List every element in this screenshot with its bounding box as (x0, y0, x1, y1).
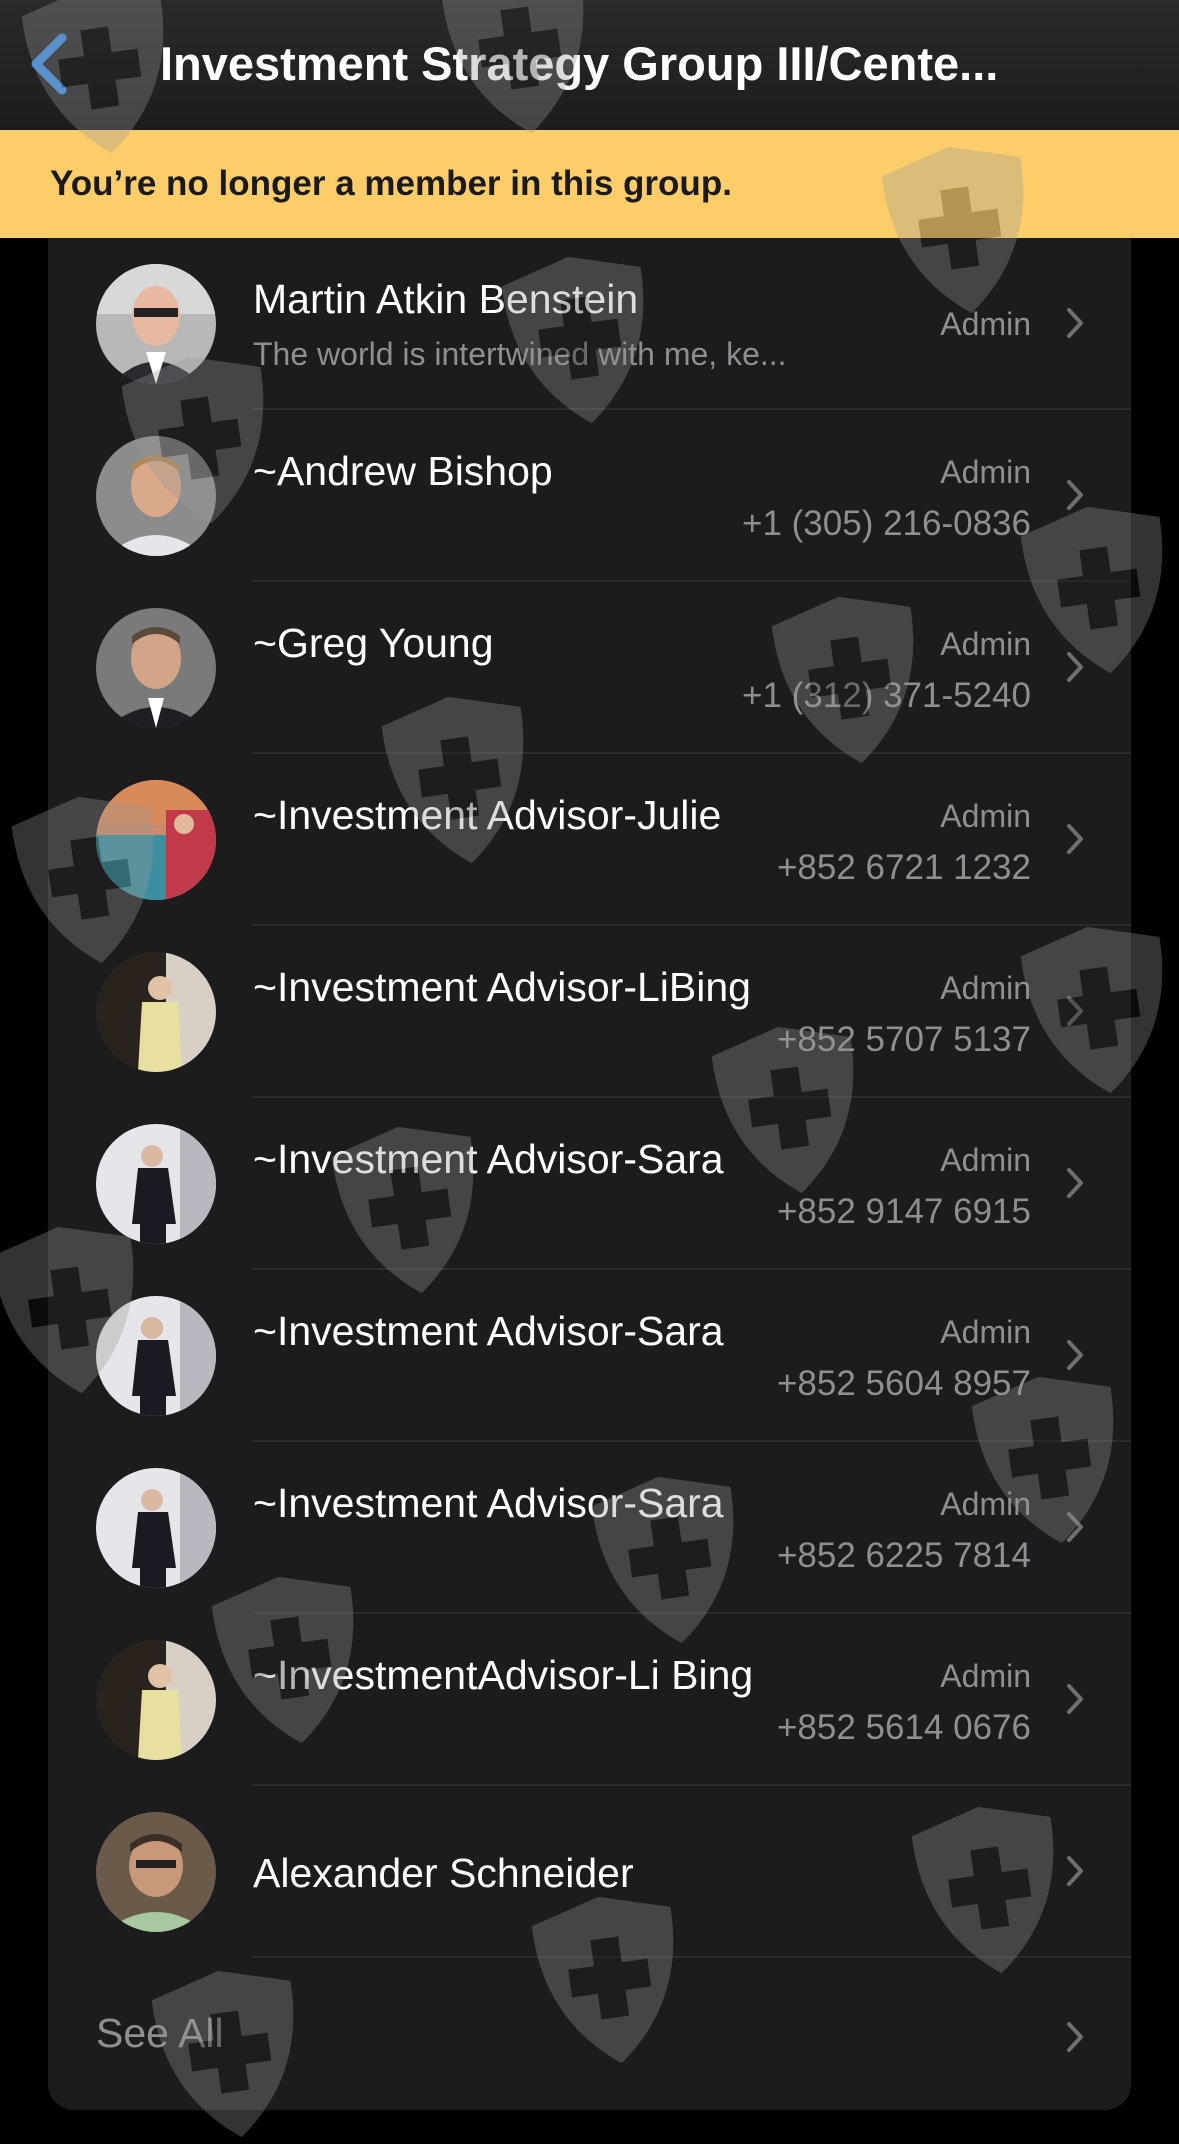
member-name: ~Andrew Bishop (253, 448, 553, 494)
member-name: Alexander Schneider (253, 1850, 634, 1896)
chevron-left-icon[interactable] (24, 32, 74, 96)
chevron-right-icon (1067, 652, 1083, 682)
member-phone: +852 9147 6915 (776, 1192, 1031, 1231)
member-row[interactable]: ~Investment Advisor-Sara Admin +852 9147… (48, 1098, 1131, 1270)
admin-badge: Admin (940, 306, 1031, 342)
member-phone: +852 5614 0676 (776, 1708, 1031, 1747)
member-row[interactable]: ~Greg Young Admin +1 (312) 371-5240 (48, 582, 1131, 754)
member-phone: +1 (305) 216-0836 (742, 504, 1031, 543)
admin-badge: Admin (940, 626, 1031, 662)
member-name: ~InvestmentAdvisor-Li Bing (253, 1652, 754, 1698)
see-all-button[interactable]: See All (48, 1958, 1131, 2108)
chevron-right-icon (1067, 1340, 1083, 1370)
avatar (96, 952, 216, 1072)
avatar (96, 436, 216, 556)
member-row[interactable]: ~Investment Advisor-Sara Admin +852 5604… (48, 1270, 1131, 1442)
chevron-right-icon (1067, 480, 1083, 510)
admin-badge: Admin (940, 970, 1031, 1006)
page-title: Investment Strategy Group III/Cente... (160, 37, 999, 90)
member-phone: +852 6225 7814 (776, 1536, 1031, 1575)
chevron-right-icon (1067, 1512, 1083, 1542)
member-name: ~Investment Advisor-Sara (253, 1480, 724, 1526)
member-row[interactable]: Alexander Schneider (48, 1786, 1131, 1958)
member-row[interactable]: Martin Atkin Benstein The world is inter… (48, 238, 1131, 410)
member-name: ~Investment Advisor-Sara (253, 1136, 724, 1182)
membership-banner: You’re no longer a member in this group. (0, 130, 1179, 238)
member-name: Martin Atkin Benstein (253, 276, 639, 322)
avatar (96, 608, 216, 728)
admin-badge: Admin (940, 1314, 1031, 1350)
chevron-right-icon (1067, 1856, 1083, 1886)
see-all-label: See All (96, 2010, 224, 2056)
member-row[interactable]: ~Investment Advisor-LiBing Admin +852 57… (48, 926, 1131, 1098)
avatar (96, 1468, 216, 1588)
chevron-right-icon (1067, 824, 1083, 854)
admin-badge: Admin (940, 1486, 1031, 1522)
chevron-right-icon (1067, 996, 1083, 1026)
avatar (96, 780, 216, 900)
member-name: ~Investment Advisor-Sara (253, 1308, 724, 1354)
member-row[interactable]: ~Investment Advisor-Julie Admin +852 672… (48, 754, 1131, 926)
chevron-right-icon (1067, 2022, 1083, 2052)
avatar (96, 1296, 216, 1416)
navigation-bar: Investment Strategy Group III/Cente... (0, 0, 1179, 130)
avatar (96, 1812, 216, 1932)
member-phone: +852 6721 1232 (776, 848, 1031, 887)
member-row[interactable]: ~Investment Advisor-Sara Admin +852 6225… (48, 1442, 1131, 1614)
avatar (96, 264, 216, 384)
member-phone: +852 5604 8957 (776, 1364, 1031, 1403)
chevron-right-icon (1067, 1684, 1083, 1714)
admin-badge: Admin (940, 454, 1031, 490)
member-row[interactable]: ~Andrew Bishop Admin +1 (305) 216-0836 (48, 410, 1131, 582)
member-name: ~Investment Advisor-LiBing (253, 964, 751, 1010)
member-status: The world is intertwined with me, ke... (253, 336, 787, 372)
member-phone: +1 (312) 371-5240 (742, 676, 1031, 715)
chevron-right-icon (1067, 308, 1083, 338)
member-name: ~Greg Young (253, 620, 494, 666)
avatar (96, 1124, 216, 1244)
member-name: ~Investment Advisor-Julie (253, 792, 722, 838)
admin-badge: Admin (940, 798, 1031, 834)
admin-badge: Admin (940, 1142, 1031, 1178)
admin-badge: Admin (940, 1658, 1031, 1694)
avatar (96, 1640, 216, 1760)
member-phone: +852 5707 5137 (776, 1020, 1031, 1059)
member-list: Martin Atkin Benstein The world is inter… (48, 238, 1131, 2110)
member-row[interactable]: ~InvestmentAdvisor-Li Bing Admin +852 56… (48, 1614, 1131, 1786)
chevron-right-icon (1067, 1168, 1083, 1198)
